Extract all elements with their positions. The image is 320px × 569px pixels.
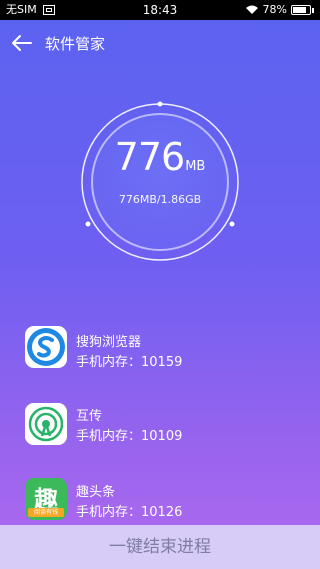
memory-unit: MB xyxy=(185,159,206,174)
list-item[interactable]: 搜狗浏览器 手机内存：10159 xyxy=(0,326,320,386)
battery-percent: 78% xyxy=(262,3,287,16)
app-name: 搜狗浏览器 xyxy=(76,335,142,350)
wifi-icon xyxy=(245,5,258,14)
memory-gauge: 776MB 776MB/1.86GB xyxy=(75,97,245,267)
end-all-processes-button[interactable]: 一键结束进程 xyxy=(0,525,320,569)
app-memory: 手机内存：10126 xyxy=(76,505,183,520)
memory-value: 776MB xyxy=(75,135,245,179)
page-title: 软件管家 xyxy=(45,35,106,53)
gauge-dot-right xyxy=(229,221,235,227)
memory-detail: 776MB/1.86GB xyxy=(118,193,202,206)
memory-number: 776 xyxy=(114,135,186,179)
app-name: 趣头条 xyxy=(76,485,116,500)
gauge-dot-top xyxy=(157,101,163,107)
gauge-dot-left xyxy=(85,221,91,227)
status-bar: 无SIM 18:43 78% xyxy=(0,0,320,20)
app-name: 互传 xyxy=(76,409,103,424)
app-memory: 手机内存：10159 xyxy=(76,355,183,370)
qutoutiao-icon-badge: 阅读有钱 xyxy=(28,508,64,517)
arrow-left-icon xyxy=(12,35,32,51)
battery-tip xyxy=(312,7,314,13)
easyshare-icon xyxy=(25,403,67,445)
gauge-inner-circle xyxy=(91,113,229,251)
sogou-browser-icon xyxy=(25,326,67,368)
battery-icon xyxy=(291,5,311,15)
list-item[interactable]: 互传 手机内存：10109 xyxy=(0,398,320,458)
back-button[interactable] xyxy=(8,30,34,56)
qutoutiao-icon: 趣 阅读有钱 xyxy=(25,478,67,520)
app-header: 软件管家 xyxy=(0,20,320,66)
app-memory: 手机内存：10109 xyxy=(76,429,183,444)
